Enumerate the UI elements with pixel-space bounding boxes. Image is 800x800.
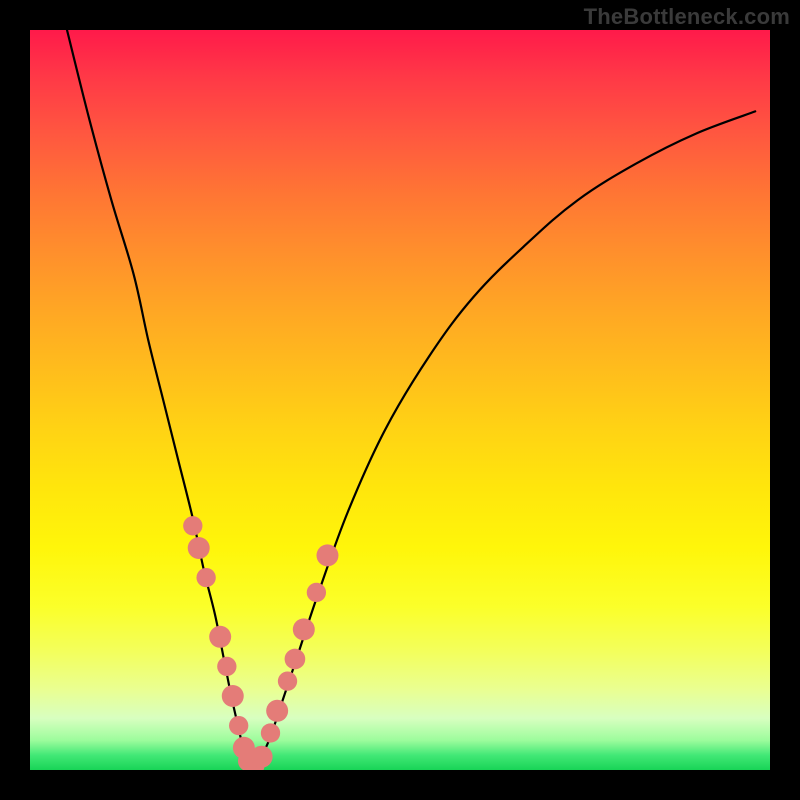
data-marker bbox=[278, 672, 297, 691]
data-marker bbox=[209, 626, 231, 648]
data-marker bbox=[316, 544, 338, 566]
bottleneck-curve bbox=[30, 30, 770, 770]
data-marker bbox=[285, 649, 306, 670]
data-marker bbox=[229, 716, 248, 735]
data-marker bbox=[293, 618, 315, 640]
data-marker bbox=[217, 657, 236, 676]
data-marker bbox=[251, 746, 273, 768]
curve-right-branch bbox=[252, 111, 755, 766]
data-marker bbox=[261, 723, 280, 742]
data-marker bbox=[266, 700, 288, 722]
data-marker bbox=[222, 685, 244, 707]
watermark-text: TheBottleneck.com bbox=[584, 4, 790, 30]
curve-left-branch bbox=[67, 30, 252, 766]
data-marker bbox=[183, 516, 202, 535]
data-marker bbox=[307, 583, 326, 602]
marker-group bbox=[183, 516, 338, 770]
data-marker bbox=[196, 568, 215, 587]
data-marker bbox=[188, 537, 210, 559]
chart-frame: TheBottleneck.com bbox=[0, 0, 800, 800]
plot-area bbox=[30, 30, 770, 770]
